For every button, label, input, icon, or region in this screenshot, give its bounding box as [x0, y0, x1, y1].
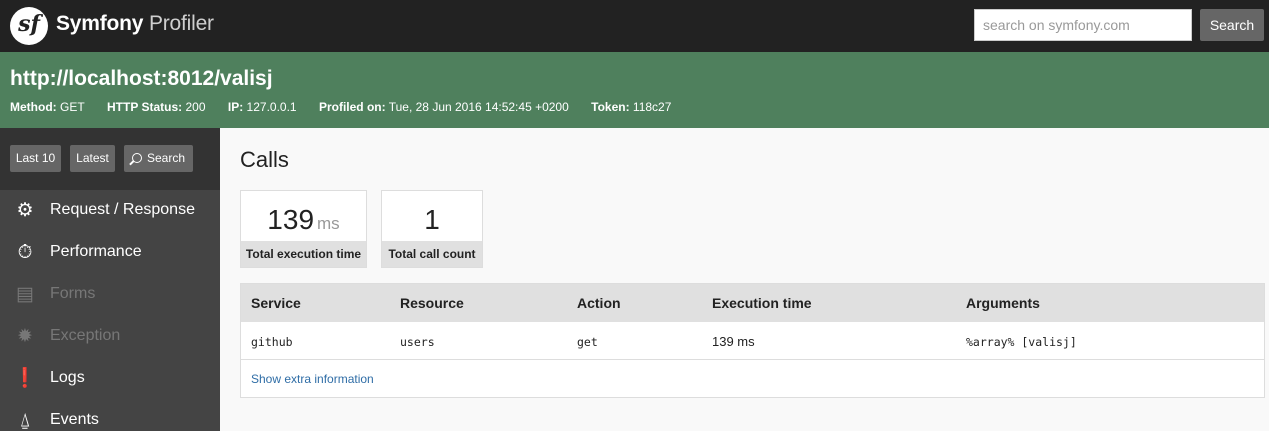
search-button[interactable]: Search	[1200, 9, 1264, 41]
bug-icon: ✹	[17, 326, 33, 347]
meta-key: HTTP Status:	[107, 100, 183, 114]
meta-ip: IP: 127.0.0.1	[228, 100, 297, 114]
sidebar-item-forms[interactable]: ▤ Forms	[0, 274, 220, 316]
column-header-execution-time: Execution time	[712, 295, 812, 311]
sidebar-item-exception[interactable]: ✹ Exception	[0, 316, 220, 358]
cell-resource: users	[400, 335, 435, 349]
alert-document-icon: ❗	[13, 368, 37, 389]
sidebar-item-label: Logs	[50, 369, 85, 386]
meta-key: Method:	[10, 100, 57, 114]
brand-title: Symfony Profiler	[56, 12, 214, 36]
last-10-button[interactable]: Last 10	[10, 145, 61, 172]
sidebar-item-events[interactable]: ⍙ Events	[0, 400, 220, 431]
meta-key: Profiled on:	[318, 100, 386, 114]
meta-key: IP:	[227, 100, 244, 114]
sidebar-item-performance[interactable]: ⏱ Performance	[0, 232, 220, 274]
table-row: github users get 139 ms %array% [valisj]	[241, 322, 1264, 360]
sidebar-item-request-response[interactable]: ⚙ Request / Response	[0, 190, 220, 232]
show-extra-information-link[interactable]: Show extra information	[251, 372, 374, 386]
cell-service: github	[251, 335, 293, 349]
request-summary: http://localhost:8012/valisj Method: GET…	[0, 52, 1269, 128]
sidebar-item-label: Request / Response	[50, 201, 195, 218]
broadcast-icon: ⍙	[19, 410, 31, 431]
meta-value: GET	[60, 100, 85, 114]
metric-number: 139	[267, 204, 315, 235]
main-panel: Calls 139 ms Total execution time 1 Total…	[220, 128, 1269, 431]
logo-glyph: sf	[18, 11, 40, 37]
metric-label: Total call count	[382, 241, 482, 267]
meta-value: 118c27	[632, 100, 672, 114]
column-header-service: Service	[251, 295, 301, 311]
meta-profiled-on: Profiled on: Tue, 28 Jun 2016 14:52:45 +…	[319, 100, 569, 114]
request-meta: Method: GET HTTP Status: 200 IP: 127.0.0…	[10, 100, 690, 114]
sidebar-item-label: Events	[50, 411, 99, 428]
metric-value: 1	[382, 204, 482, 236]
page-title: Calls	[240, 147, 289, 172]
meta-value: Tue, 28 Jun 2016 14:52:45 +0200	[388, 100, 569, 114]
gears-icon: ⚙	[16, 200, 34, 221]
cell-arguments: %array% [valisj]	[966, 335, 1077, 349]
meta-value: 127.0.0.1	[246, 100, 297, 114]
column-header-arguments: Arguments	[966, 295, 1040, 311]
cell-execution-time: 139 ms	[712, 334, 755, 349]
top-header: sf Symfony Profiler Search	[0, 0, 1269, 52]
meta-method: Method: GET	[10, 100, 85, 114]
clipboard-icon: ▤	[16, 284, 34, 305]
request-url: http://localhost:8012/valisj	[10, 67, 273, 90]
sidebar-item-label: Exception	[50, 327, 121, 344]
metric-total-execution-time: 139 ms Total execution time	[240, 190, 367, 268]
metric-unit: ms	[317, 214, 340, 233]
brand-secondary: Profiler	[148, 12, 214, 35]
meta-key: Token:	[591, 100, 630, 114]
magnifier-icon	[131, 153, 142, 163]
column-header-resource: Resource	[400, 295, 464, 311]
meta-status: HTTP Status: 200	[107, 100, 206, 114]
metric-total-call-count: 1 Total call count	[381, 190, 483, 268]
table-header: Service Resource Action Execution time A…	[241, 284, 1264, 322]
metric-number: 1	[424, 204, 440, 235]
sidebar-search-button[interactable]: Search	[124, 145, 193, 172]
meta-token: Token: 118c27	[591, 100, 671, 114]
metric-value: 139 ms	[241, 204, 366, 236]
sidebar-item-label: Forms	[50, 285, 96, 302]
sidebar: Last 10 Latest Search ⚙ Request / Respon…	[0, 128, 220, 431]
sidebar-search-label: Search	[146, 151, 186, 165]
sidebar-item-label: Performance	[50, 243, 142, 260]
brand-primary: Symfony	[56, 12, 144, 35]
latest-button[interactable]: Latest	[70, 145, 115, 172]
sidebar-toolbar: Last 10 Latest Search	[0, 128, 220, 190]
metric-label: Total execution time	[241, 241, 366, 267]
sidebar-item-logs[interactable]: ❗ Logs	[0, 358, 220, 400]
stopwatch-icon: ⏱	[17, 242, 33, 263]
meta-value: 200	[185, 100, 206, 114]
symfony-logo[interactable]: sf	[10, 7, 48, 45]
cell-action: get	[577, 335, 598, 349]
calls-table: Service Resource Action Execution time A…	[240, 283, 1265, 398]
symfony-search-input[interactable]	[974, 9, 1192, 41]
column-header-action: Action	[577, 295, 621, 311]
